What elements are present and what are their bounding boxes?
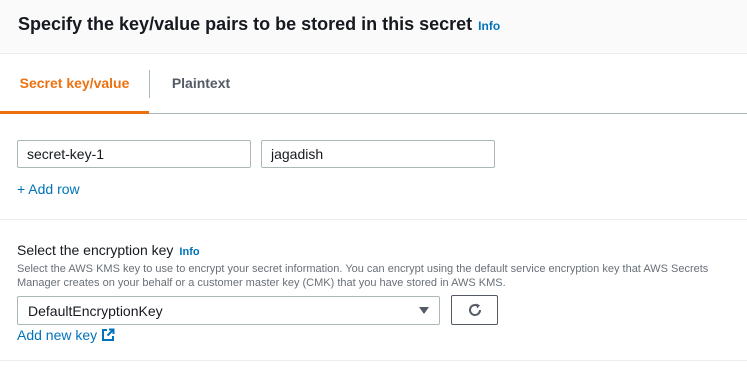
tab-plaintext[interactable]: Plaintext bbox=[150, 54, 252, 113]
caret-down-icon bbox=[419, 307, 429, 314]
tab-secret-key-value[interactable]: Secret key/value bbox=[0, 54, 149, 113]
encryption-description: Select the AWS KMS key to use to encrypt… bbox=[17, 263, 709, 289]
bottom-divider bbox=[0, 360, 747, 361]
encryption-key-label: Select the encryption key Info bbox=[17, 242, 200, 258]
tab-bar: Secret key/value Plaintext bbox=[0, 54, 747, 114]
header-info-link[interactable]: Info bbox=[478, 19, 500, 33]
active-tab-indicator bbox=[0, 111, 149, 114]
add-new-key-link[interactable]: Add new key bbox=[17, 327, 115, 343]
secret-key-input[interactable] bbox=[17, 140, 251, 168]
add-new-key-label: Add new key bbox=[17, 327, 98, 343]
add-row-button[interactable]: + Add row bbox=[17, 181, 80, 197]
secret-value-input[interactable] bbox=[261, 140, 495, 168]
refresh-button[interactable] bbox=[451, 295, 498, 325]
section-divider bbox=[0, 219, 747, 220]
encryption-key-label-text: Select the encryption key bbox=[17, 242, 174, 258]
page-title-text: Specify the key/value pairs to be stored… bbox=[18, 14, 473, 34]
external-link-icon bbox=[102, 328, 115, 341]
refresh-icon bbox=[469, 303, 482, 316]
section-header: Specify the key/value pairs to be stored… bbox=[0, 0, 747, 54]
encryption-key-select[interactable]: DefaultEncryptionKey bbox=[17, 296, 440, 325]
encryption-key-selected-value: DefaultEncryptionKey bbox=[28, 303, 163, 319]
page-title: Specify the key/value pairs to be stored… bbox=[18, 14, 500, 35]
encryption-info-link[interactable]: Info bbox=[179, 246, 199, 258]
